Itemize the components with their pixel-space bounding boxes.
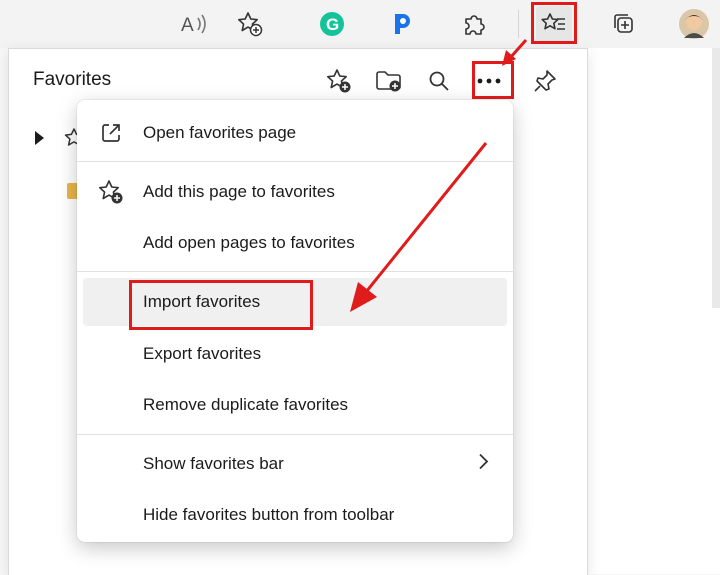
menu-item-label: Open favorites page bbox=[143, 123, 297, 142]
add-favorite-icon bbox=[97, 178, 125, 206]
menu-item-label: Remove duplicate favorites bbox=[143, 395, 349, 414]
add-favorite-icon[interactable] bbox=[321, 63, 357, 99]
chevron-right-icon bbox=[477, 453, 489, 476]
panel-title: Favorites bbox=[33, 69, 112, 90]
profile-avatar[interactable] bbox=[676, 6, 712, 42]
menu-divider bbox=[77, 271, 513, 272]
menu-item-label: Add open pages to favorites bbox=[143, 233, 355, 252]
menu-item-show-favorites-bar[interactable]: Show favorites bar bbox=[77, 439, 513, 489]
pin-icon[interactable] bbox=[527, 63, 563, 99]
expand-caret-icon[interactable] bbox=[35, 131, 44, 145]
menu-item-remove-duplicates[interactable]: Remove duplicate favorites bbox=[77, 380, 513, 430]
p-extension-icon[interactable] bbox=[384, 6, 420, 42]
grammarly-icon[interactable]: G bbox=[314, 6, 350, 42]
search-icon[interactable] bbox=[421, 63, 457, 99]
browser-toolbar: A G bbox=[0, 0, 720, 48]
read-aloud-icon[interactable]: A bbox=[176, 6, 212, 42]
extensions-icon[interactable] bbox=[456, 6, 492, 42]
menu-item-label: Export favorites bbox=[143, 344, 262, 363]
toolbar-separator bbox=[518, 10, 519, 38]
svg-text:G: G bbox=[326, 15, 339, 34]
menu-divider bbox=[77, 161, 513, 162]
page-content bbox=[586, 48, 720, 574]
scrollbar[interactable] bbox=[712, 48, 720, 308]
menu-item-hide-favorites-button[interactable]: Hide favorites button from toolbar bbox=[77, 490, 513, 540]
add-folder-icon[interactable] bbox=[371, 63, 407, 99]
menu-item-open-favorites-page[interactable]: Open favorites page bbox=[77, 108, 513, 158]
menu-item-add-this-page[interactable]: Add this page to favorites bbox=[77, 167, 513, 217]
svg-text:A: A bbox=[181, 15, 194, 36]
more-options-highlight bbox=[472, 61, 514, 99]
add-favorite-icon[interactable] bbox=[232, 6, 268, 42]
menu-item-export-favorites[interactable]: Export favorites bbox=[77, 329, 513, 379]
menu-item-label: Show favorites bar bbox=[143, 454, 284, 473]
menu-divider bbox=[77, 434, 513, 435]
menu-item-label: Hide favorites button from toolbar bbox=[143, 505, 395, 524]
menu-item-label: Add this page to favorites bbox=[143, 182, 335, 201]
menu-item-add-open-pages[interactable]: Add open pages to favorites bbox=[77, 218, 513, 268]
favorites-button-highlight bbox=[531, 2, 577, 44]
import-favorites-highlight bbox=[129, 280, 313, 330]
favorites-more-menu: Open favorites page Add this page to fav… bbox=[77, 100, 513, 542]
open-external-icon bbox=[97, 119, 125, 147]
collections-icon[interactable] bbox=[606, 6, 642, 42]
